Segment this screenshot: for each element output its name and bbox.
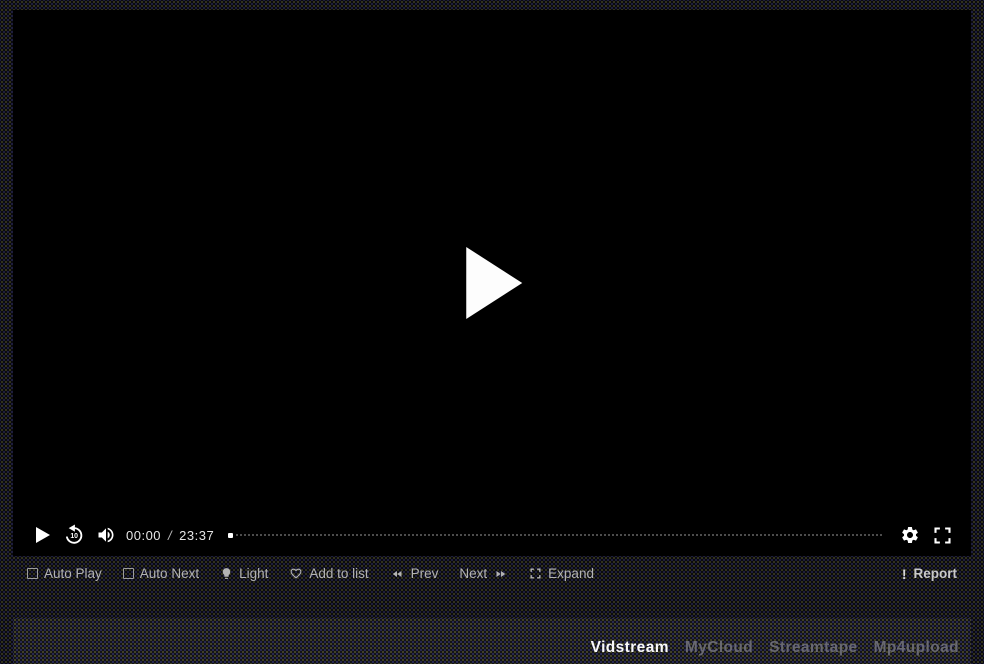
play-button[interactable]	[26, 519, 58, 551]
light-toggle[interactable]: Light	[220, 566, 268, 581]
checkbox-icon	[27, 568, 38, 579]
heart-icon	[289, 567, 303, 580]
time-display: 00:00 / 23:37	[126, 528, 214, 543]
expand-icon	[529, 567, 542, 580]
volume-icon	[96, 525, 116, 545]
auto-next-toggle[interactable]: Auto Next	[123, 566, 199, 581]
gear-icon	[900, 525, 920, 545]
next-label: Next	[459, 566, 487, 581]
volume-button[interactable]	[90, 519, 122, 551]
auto-next-label: Auto Next	[140, 566, 199, 581]
big-play-button[interactable]	[466, 247, 522, 319]
video-player[interactable]: 10 00:00 / 23:37	[13, 10, 971, 556]
report-button[interactable]: ! Report	[902, 566, 957, 582]
player-control-bar: 10 00:00 / 23:37	[13, 514, 971, 556]
content-container: 10 00:00 / 23:37	[13, 10, 971, 664]
rewind-10-icon: 10	[63, 524, 85, 546]
exclamation-icon: !	[902, 566, 907, 582]
play-icon	[34, 526, 51, 544]
time-separator: /	[168, 528, 172, 543]
add-to-list-button[interactable]: Add to list	[289, 566, 368, 581]
seek-track[interactable]	[236, 534, 882, 536]
current-time: 00:00	[126, 528, 161, 543]
seek-playhead[interactable]	[228, 533, 233, 538]
expand-button[interactable]: Expand	[529, 566, 594, 581]
settings-button[interactable]	[894, 519, 926, 551]
player-options-toolbar: Auto Play Auto Next Light Add to list	[13, 556, 971, 591]
server-tab-vidstream[interactable]: Vidstream	[591, 639, 669, 657]
rewind-10-button[interactable]: 10	[58, 519, 90, 551]
add-to-list-label: Add to list	[309, 566, 368, 581]
lightbulb-icon	[220, 566, 233, 581]
fullscreen-button[interactable]	[926, 519, 958, 551]
light-label: Light	[239, 566, 268, 581]
checkbox-icon	[123, 568, 134, 579]
next-episode-button[interactable]: Next	[459, 566, 508, 581]
server-selector-panel: Vidstream MyCloud Streamtape Mp4upload	[13, 618, 971, 664]
report-label: Report	[914, 566, 958, 581]
seek-bar[interactable]	[228, 528, 882, 542]
duration: 23:37	[179, 528, 214, 543]
auto-play-toggle[interactable]: Auto Play	[27, 566, 102, 581]
double-triangle-right-icon	[493, 568, 508, 580]
server-tab-mp4upload[interactable]: Mp4upload	[874, 639, 959, 657]
svg-text:10: 10	[70, 533, 78, 540]
server-tab-streamtape[interactable]: Streamtape	[769, 639, 857, 657]
prev-label: Prev	[411, 566, 439, 581]
server-tab-mycloud[interactable]: MyCloud	[685, 639, 753, 657]
prev-episode-button[interactable]: Prev	[390, 566, 439, 581]
fullscreen-icon	[932, 525, 953, 546]
auto-play-label: Auto Play	[44, 566, 102, 581]
double-triangle-left-icon	[390, 568, 405, 580]
expand-label: Expand	[548, 566, 594, 581]
page-background: { "player": { "controls": { "current_tim…	[0, 10, 984, 664]
